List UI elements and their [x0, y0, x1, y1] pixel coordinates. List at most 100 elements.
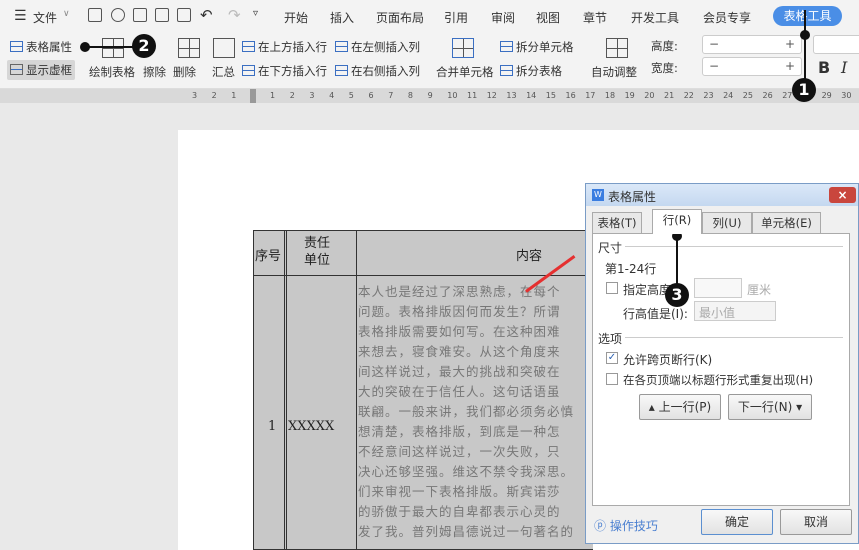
auto-fit-icon	[606, 38, 628, 58]
next-row-button[interactable]: 下一行(N) ▾	[728, 394, 812, 420]
split-table-icon	[500, 65, 513, 76]
dialog-titlebar[interactable]: W 表格属性 ×	[586, 184, 858, 206]
content-line: 们来审视一下表格排版。斯宾诺莎	[358, 484, 561, 499]
cancel-button[interactable]: 取消	[780, 509, 852, 535]
split-table-label: 拆分表格	[516, 64, 562, 78]
tips-link[interactable]: ⓟ 操作技巧	[594, 517, 658, 534]
table-properties-label: 表格属性	[26, 40, 72, 54]
chevron-down-icon: ∨	[63, 9, 70, 19]
height-stepper[interactable]: − +	[702, 35, 802, 54]
show-grid-label: 显示虚框	[26, 63, 72, 77]
ruler-tick: 5	[348, 91, 354, 100]
unit-select[interactable]: 厘米	[747, 281, 771, 298]
tab-chapter[interactable]: 章节	[583, 9, 607, 26]
summary-icon	[213, 38, 235, 58]
tab-page-layout[interactable]: 页面布局	[376, 9, 424, 26]
ruler-tick: 18	[604, 91, 616, 100]
tab-developer[interactable]: 开发工具	[631, 9, 679, 26]
insert-col-left-icon	[335, 41, 348, 52]
callout-badge-3: 3	[665, 283, 689, 307]
insert-col-right-label: 在右侧插入列	[351, 64, 420, 78]
ruler-tick: 26	[762, 91, 773, 100]
tab-view[interactable]: 视图	[536, 9, 560, 26]
summary-button[interactable]: 汇总	[212, 64, 235, 80]
ribbon: 表格属性 显示虚框 绘制表格 擦除 删除 汇总 在上方插入行 在下方插入行 在左…	[0, 33, 859, 89]
tab-table[interactable]: 表格(T)	[592, 212, 642, 233]
ruler-tick: 16	[565, 91, 576, 100]
print-preview-icon[interactable]	[155, 8, 169, 22]
row-height-select[interactable]: 最小值	[694, 301, 776, 321]
row-unit: XXXXX	[288, 419, 335, 434]
zoom-preview-icon[interactable]	[177, 8, 191, 22]
allow-break-checkbox[interactable]: ✓	[606, 352, 618, 364]
ruler[interactable]: 3 2 1 1 2 3 4 5 6 7 8 9 10 11 12 13 14 15 16 17 18 19 20 21 2…	[0, 89, 859, 103]
repeat-header-checkbox[interactable]	[606, 373, 618, 385]
more-icon[interactable]: ▿	[253, 8, 258, 19]
tab-column[interactable]: 列(U)	[702, 212, 752, 233]
font-size-field[interactable]	[813, 35, 859, 54]
callout-line-1	[804, 10, 806, 85]
specify-height-checkbox[interactable]	[606, 282, 618, 294]
tab-references[interactable]: 引用	[444, 9, 468, 26]
ruler-margin-marker[interactable]	[250, 89, 256, 103]
insert-row-below-button[interactable]: 在下方插入行	[242, 63, 327, 79]
tab-row[interactable]: 行(R)	[652, 209, 702, 234]
print-icon[interactable]	[133, 8, 147, 22]
split-cells-icon	[500, 41, 513, 52]
ruler-tick: 3	[309, 91, 315, 100]
draw-table-icon	[102, 38, 124, 58]
rows-label: 第1-24行	[605, 262, 657, 276]
undo-icon[interactable]: ↶	[200, 6, 213, 24]
content-line: 决心还够坚强。维这不禁令我深思。	[358, 464, 575, 479]
insert-col-right-button[interactable]: 在右侧插入列	[335, 63, 420, 79]
tab-review[interactable]: 审阅	[491, 9, 515, 26]
tab-table-tools[interactable]: 表格工具	[773, 6, 842, 26]
ruler-tick: 1	[270, 91, 276, 100]
header-unit: 责任单位	[304, 236, 331, 268]
menu-icon[interactable]: ☰	[14, 8, 27, 24]
prev-row-button[interactable]: ▴ 上一行(P)	[639, 394, 721, 420]
ruler-tick: 23	[703, 91, 714, 100]
options-section-label: 选项	[598, 332, 623, 346]
ruler-tick: 24	[723, 91, 734, 100]
height-input[interactable]	[694, 278, 742, 298]
erase-button[interactable]: 擦除	[143, 64, 166, 80]
next-row-label: 下一行(N)	[737, 400, 793, 414]
split-table-button[interactable]: 拆分表格	[500, 63, 562, 79]
table-properties-button[interactable]: 表格属性	[10, 39, 72, 55]
file-menu[interactable]: 文件	[33, 9, 57, 26]
insert-row-above-label: 在上方插入行	[258, 40, 327, 54]
content-line: 的骄傲于最大的自卑都表示心灵的	[358, 504, 561, 519]
content-line: 想清楚，表格排版，到底是一种怎	[358, 424, 561, 439]
tab-home[interactable]: 开始	[284, 9, 308, 26]
table-properties-dialog: W 表格属性 × 表格(T) 行(R) 列(U) 单元格(E) 尺寸 第1-24…	[585, 183, 859, 544]
width-stepper[interactable]: − +	[702, 57, 802, 76]
insert-col-left-button[interactable]: 在左侧插入列	[335, 39, 420, 55]
save-icon[interactable]	[88, 8, 102, 22]
insert-row-above-button[interactable]: 在上方插入行	[242, 39, 327, 55]
ok-button[interactable]: 确定	[701, 509, 773, 535]
height-label: 高度:	[651, 39, 678, 53]
row-tab-panel: 尺寸 第1-24行 指定高度( 厘米 行高值是(I): 最小值 选项 ✓ 允许跨…	[592, 233, 850, 506]
merge-cells-button[interactable]: 合并单元格	[436, 64, 494, 80]
content-line: 来想去，寝食难安。从这个角度来	[358, 344, 561, 359]
callout-dot-1	[800, 30, 810, 40]
ruler-tick: 22	[683, 91, 694, 100]
tab-insert[interactable]: 插入	[330, 9, 354, 26]
tab-member[interactable]: 会员专享	[703, 9, 751, 26]
row-height-label: 行高值是(I):	[623, 307, 688, 321]
format-painter-icon[interactable]	[111, 8, 125, 22]
auto-fit-button[interactable]: 自动调整	[591, 64, 637, 80]
close-icon[interactable]: ×	[829, 187, 856, 203]
redo-icon[interactable]: ↷	[228, 6, 241, 24]
show-grid-button[interactable]: 显示虚框	[7, 60, 75, 80]
content-line: 间这样说过，最大的挑战和突破在	[358, 364, 561, 379]
delete-button[interactable]: 删除	[173, 64, 196, 80]
ruler-tick: 20	[644, 91, 655, 100]
draw-table-button[interactable]: 绘制表格	[89, 64, 135, 80]
bold-button[interactable]: B	[818, 58, 830, 77]
italic-button[interactable]: I	[841, 58, 847, 77]
split-cells-button[interactable]: 拆分单元格	[500, 39, 574, 55]
tab-cell[interactable]: 单元格(E)	[752, 212, 821, 233]
ruler-tick: 25	[742, 91, 753, 100]
